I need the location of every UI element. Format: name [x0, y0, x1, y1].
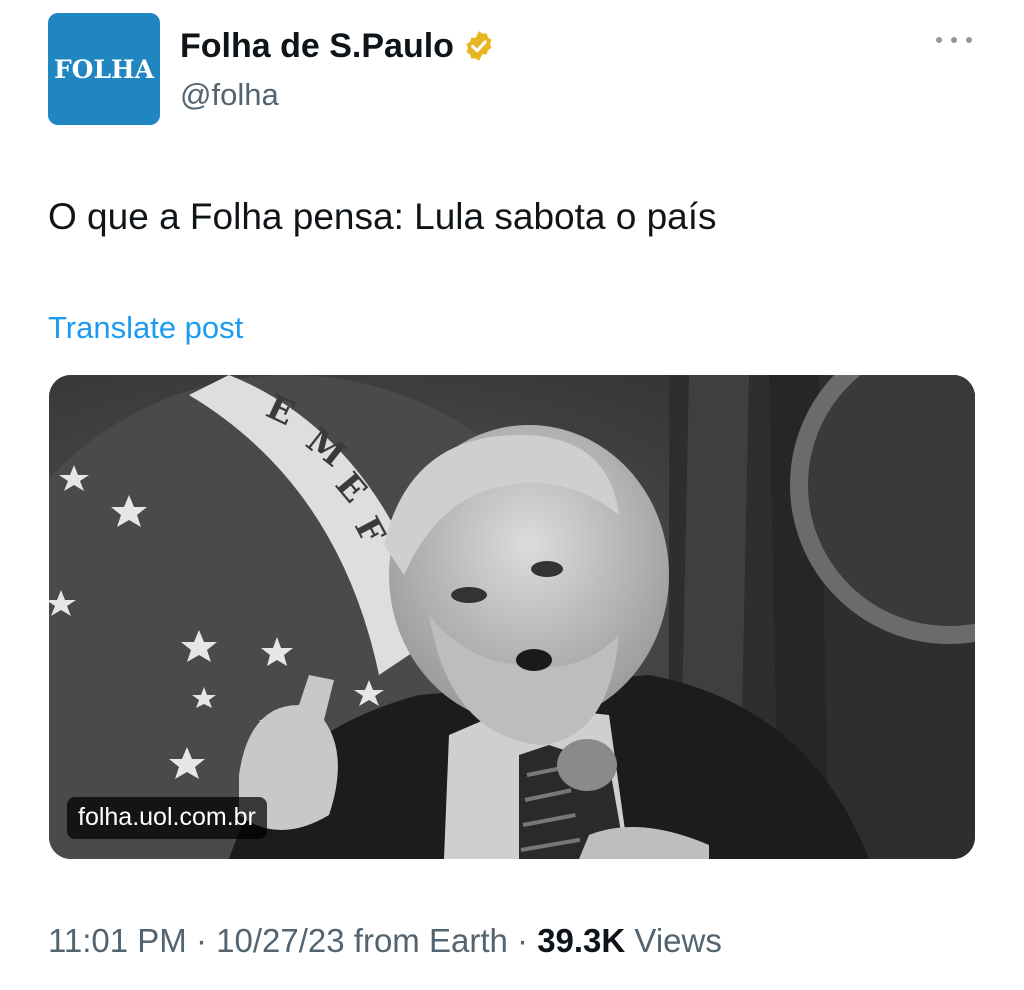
- verified-badge-icon: [462, 29, 496, 63]
- tweet-time[interactable]: 11:01 PM: [48, 922, 187, 959]
- link-domain-badge: folha.uol.com.br: [67, 797, 267, 839]
- display-name[interactable]: Folha de S.Paulo: [180, 26, 454, 66]
- link-card-image[interactable]: E M E F folha.uol.com.br: [49, 375, 975, 859]
- photo-icon: E M E F: [49, 375, 975, 859]
- views-label: Views: [634, 922, 722, 959]
- avatar-logo-text: FOLHA: [53, 54, 155, 84]
- author-handle[interactable]: @folha: [180, 76, 279, 114]
- views-count[interactable]: 39.3K: [537, 922, 625, 959]
- author-name-row[interactable]: Folha de S.Paulo: [180, 26, 496, 66]
- tweet-meta: 11:01 PM · 10/27/23 from Earth · 39.3K V…: [48, 920, 722, 962]
- tweet-source: from Earth: [353, 922, 508, 959]
- meta-separator: ·: [195, 922, 207, 959]
- more-dot: [936, 37, 942, 43]
- meta-separator: ·: [517, 922, 529, 959]
- more-dot: [951, 37, 957, 43]
- avatar[interactable]: FOLHA: [48, 13, 160, 125]
- more-options-icon[interactable]: [936, 30, 972, 50]
- tweet-date[interactable]: 10/27/23: [216, 922, 344, 959]
- more-dot: [966, 37, 972, 43]
- translate-post-link[interactable]: Translate post: [48, 308, 243, 348]
- tweet-text: O que a Folha pensa: Lula sabota o país: [48, 196, 717, 237]
